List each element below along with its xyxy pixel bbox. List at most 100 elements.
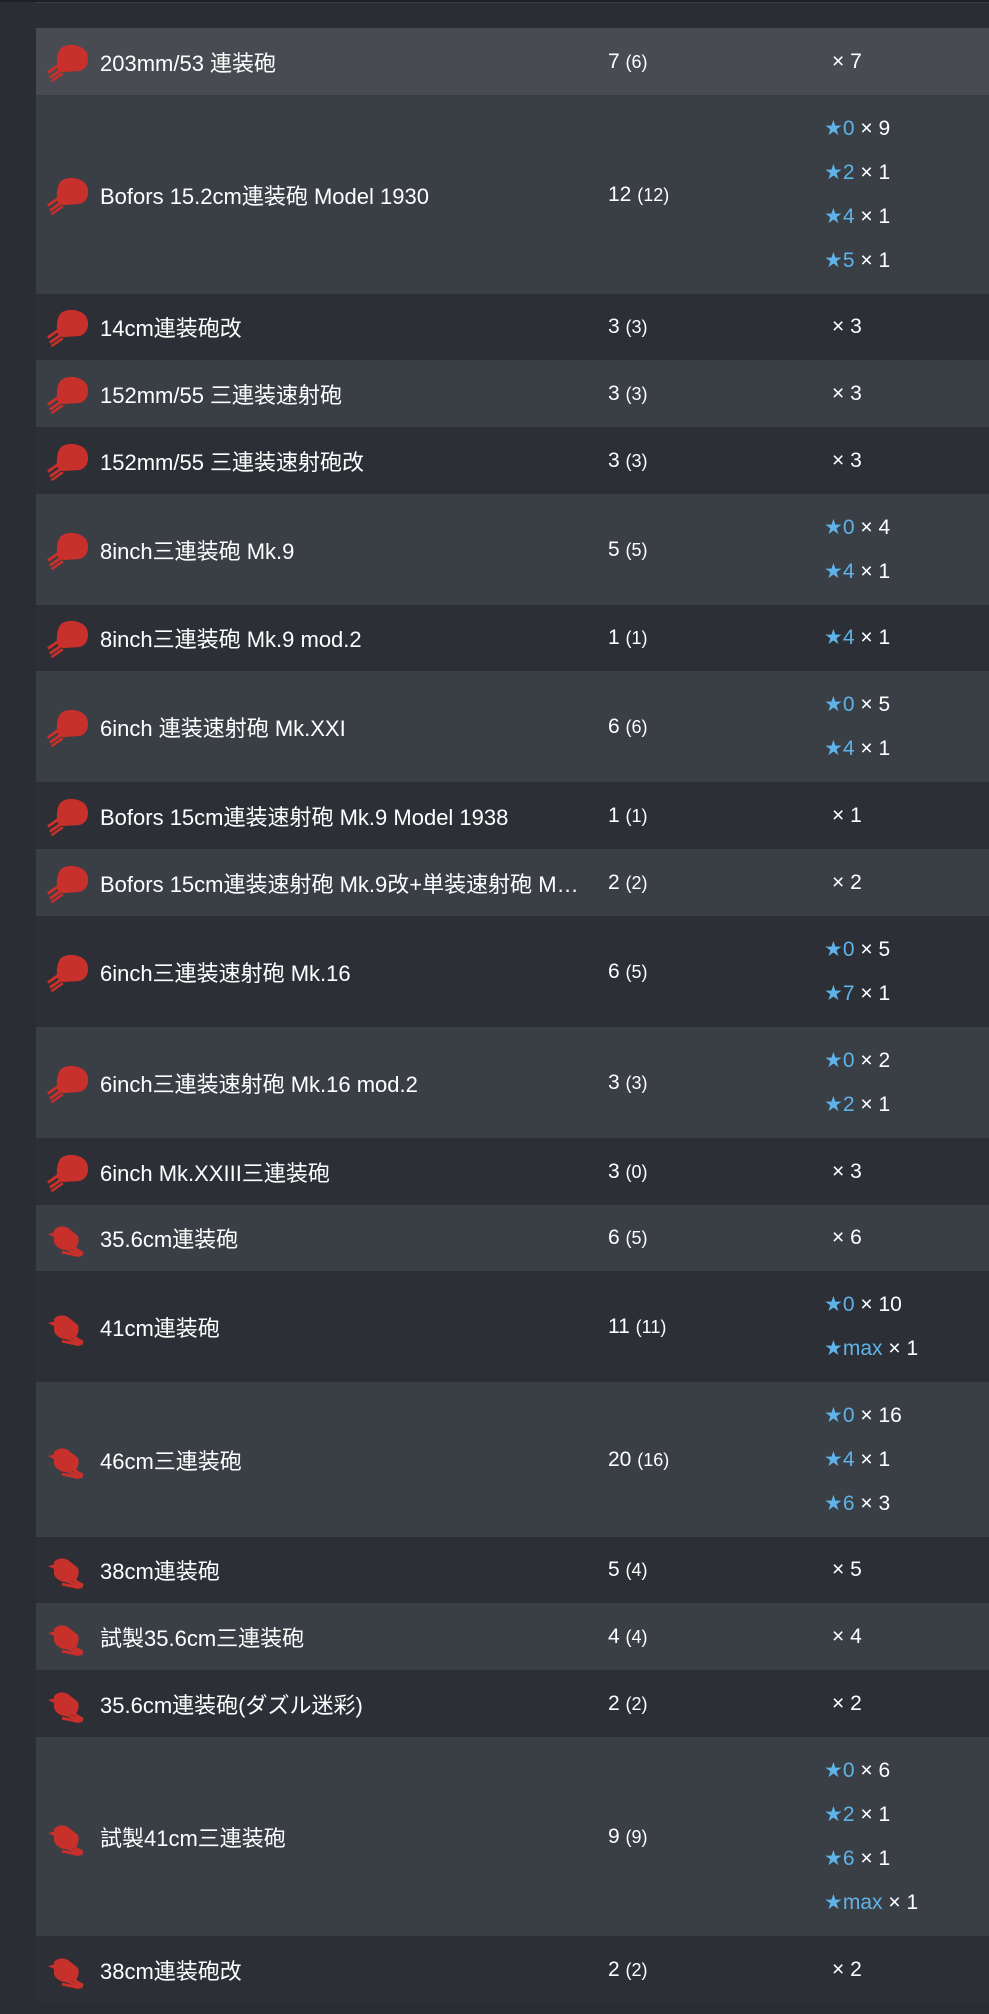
improvement-levels: ★0 × 9 ★2 × 1 ★4 × 1 ★5 × 1: [824, 107, 890, 283]
count-total: 7: [608, 49, 620, 73]
equipment-name: 6inch Mk.XXIII三連装砲: [100, 1160, 330, 1186]
equipment-table: 203mm/53 連装砲 7 (6) × 7 Bofors 15.2cm連装砲 Mod…: [36, 28, 989, 2003]
equipment-name: Bofors 15cm連装速射砲 Mk.9改+単装速射砲 M…: [100, 871, 579, 897]
star-count: × 3: [832, 315, 862, 338]
star-level: ★0: [824, 692, 855, 716]
table-row[interactable]: 試製35.6cm三連装砲 4 (4) × 4: [36, 1603, 989, 1670]
count-unequipped: (1): [625, 628, 648, 648]
count-total: 6: [608, 1226, 620, 1249]
improvement-levels: × 3: [824, 305, 862, 349]
table-row[interactable]: 6inch三連装速射砲 Mk.16 6 (5) ★0 × 5 ★7 × 1: [36, 916, 989, 1027]
star-level: ★max: [824, 1336, 883, 1360]
table-row[interactable]: 35.6cm連装砲(ダズル迷彩) 2 (2) × 2: [36, 1670, 989, 1737]
table-row[interactable]: 41cm連装砲 11 (11) ★0 × 10 ★max × 1: [36, 1271, 989, 1382]
table-row[interactable]: 152mm/55 三連装速射砲改 3 (3) × 3: [36, 427, 989, 494]
improvement-levels: ★4 × 1: [824, 616, 890, 660]
improvement-level-line: ★4 × 1: [824, 550, 890, 594]
table-row[interactable]: 試製41cm三連装砲 9 (9) ★0 × 6 ★2 × 1 ★6 × 1 ★max × …: [36, 1737, 989, 1936]
star-count: × 1: [860, 736, 891, 760]
count-unequipped: (3): [625, 450, 648, 471]
equipment-count: 3 (3): [608, 382, 648, 406]
improvement-level-line: × 2: [824, 1948, 862, 1992]
table-row[interactable]: 6inch 連装速射砲 Mk.XXI 6 (6) ★0 × 5 ★4 × 1: [36, 671, 989, 782]
equipment-name: 35.6cm連装砲(ダズル迷彩): [100, 1692, 363, 1718]
equipment-count: 1 (1): [608, 626, 648, 650]
count-unequipped: (3): [625, 317, 648, 337]
count-unequipped: (6): [625, 51, 648, 72]
equipment-name: Bofors 15.2cm連装砲 Model 1930: [100, 183, 429, 209]
star-count: × 6: [832, 1226, 862, 1249]
equipment-name: 6inch三連装速射砲 Mk.16 mod.2: [100, 1071, 418, 1097]
count-total: 5: [608, 537, 620, 561]
twin-gun-turret-icon: [44, 307, 90, 348]
improvement-levels: × 3: [824, 439, 862, 483]
equipment-count: 2 (2): [608, 1692, 648, 1716]
star-count: × 2: [832, 870, 862, 894]
star-level: ★2: [824, 160, 855, 184]
star-count: × 1: [860, 626, 891, 649]
equipment-count: 6 (6): [608, 715, 648, 739]
count-unequipped: (5): [625, 1228, 648, 1248]
improvement-levels: ★0 × 2 ★2 × 1: [824, 1039, 890, 1127]
table-row[interactable]: 8inch三連装砲 Mk.9 mod.2 1 (1) ★4 × 1: [36, 605, 989, 671]
table-row[interactable]: Bofors 15.2cm連装砲 Model 1930 12 (12) ★0 × 9…: [36, 95, 989, 294]
equipment-name: 38cm連装砲改: [100, 1958, 242, 1984]
star-count: × 1: [860, 204, 891, 228]
equipment-count: 20 (16): [608, 1448, 669, 1472]
equipment-count: 2 (2): [608, 1958, 648, 1982]
table-row[interactable]: Bofors 15cm連装速射砲 Mk.9改+単装速射砲 M… 2 (2) × 2: [36, 849, 989, 916]
count-total: 5: [608, 1558, 620, 1581]
star-level: ★0: [824, 1758, 855, 1782]
table-row[interactable]: 8inch三連装砲 Mk.9 5 (5) ★0 × 4 ★4 × 1: [36, 494, 989, 605]
star-count: × 1: [860, 1092, 891, 1116]
improvement-level-line: × 7: [824, 40, 862, 84]
improvement-levels: ★0 × 16 ★4 × 1 ★6 × 3: [824, 1394, 902, 1526]
count-total: 3: [608, 448, 620, 472]
star-level: ★4: [824, 736, 855, 760]
equipment-count: 1 (1): [608, 804, 648, 828]
table-row[interactable]: 152mm/55 三連装速射砲 3 (3) × 3: [36, 360, 989, 427]
improvement-levels: × 3: [824, 372, 862, 416]
count-unequipped: (16): [637, 1449, 670, 1470]
twin-gun-turret-icon: [44, 1063, 90, 1103]
table-row[interactable]: 35.6cm連装砲 6 (5) × 6: [36, 1205, 989, 1271]
improvement-levels: × 1: [824, 794, 862, 838]
table-row[interactable]: Bofors 15cm連装速射砲 Mk.9 Model 1938 1 (1) × 1: [36, 782, 989, 849]
improvement-level-line: ★0 × 9: [824, 107, 890, 151]
improvement-level-line: ★0 × 16: [824, 1394, 902, 1438]
star-count: × 1: [860, 1846, 891, 1870]
table-row[interactable]: 38cm連装砲改 2 (2) × 2: [36, 1936, 989, 2003]
star-count: × 16: [860, 1403, 902, 1427]
star-level: ★7: [824, 981, 855, 1005]
star-count: × 9: [860, 116, 891, 140]
equipment-count: 3 (3): [608, 315, 648, 339]
star-count: × 3: [832, 381, 862, 405]
top-divider: [36, 2, 989, 3]
table-row[interactable]: 38cm連装砲 5 (4) × 5: [36, 1537, 989, 1603]
star-level: ★0: [824, 1403, 855, 1427]
table-row[interactable]: 46cm三連装砲 20 (16) ★0 × 16 ★4 × 1 ★6 × 3: [36, 1382, 989, 1537]
table-row[interactable]: 14cm連装砲改 3 (3) × 3: [36, 294, 989, 360]
equipment-name: 試製41cm三連装砲: [100, 1825, 286, 1851]
equipment-name: 6inch 連装速射砲 Mk.XXI: [100, 715, 346, 741]
twin-gun-turret-icon: [44, 374, 90, 414]
star-level: ★4: [824, 1447, 855, 1471]
improvement-levels: × 7: [824, 40, 862, 84]
table-row[interactable]: 6inch Mk.XXIII三連装砲 3 (0) × 3: [36, 1138, 989, 1205]
star-count: × 6: [860, 1758, 891, 1782]
table-row[interactable]: 203mm/53 連装砲 7 (6) × 7: [36, 28, 989, 95]
count-unequipped: (2): [625, 1959, 648, 1980]
star-count: × 1: [860, 1802, 891, 1826]
improvement-level-line: × 2: [824, 861, 862, 905]
count-total: 11: [608, 1314, 630, 1338]
twin-gun-turret-icon: [44, 530, 90, 570]
twin-gun-turret-icon: [44, 952, 90, 992]
table-row[interactable]: 6inch三連装速射砲 Mk.16 mod.2 3 (3) ★0 × 2 ★2 × 1: [36, 1027, 989, 1138]
count-total: 6: [608, 959, 620, 983]
triple-gun-turret-icon: [44, 1617, 90, 1657]
improvement-level-line: × 5: [824, 1548, 862, 1592]
star-count: × 10: [860, 1292, 902, 1316]
count-unequipped: (0): [625, 1161, 648, 1182]
equipment-count: 9 (9): [608, 1825, 648, 1849]
equipment-name: 46cm三連装砲: [100, 1448, 242, 1474]
